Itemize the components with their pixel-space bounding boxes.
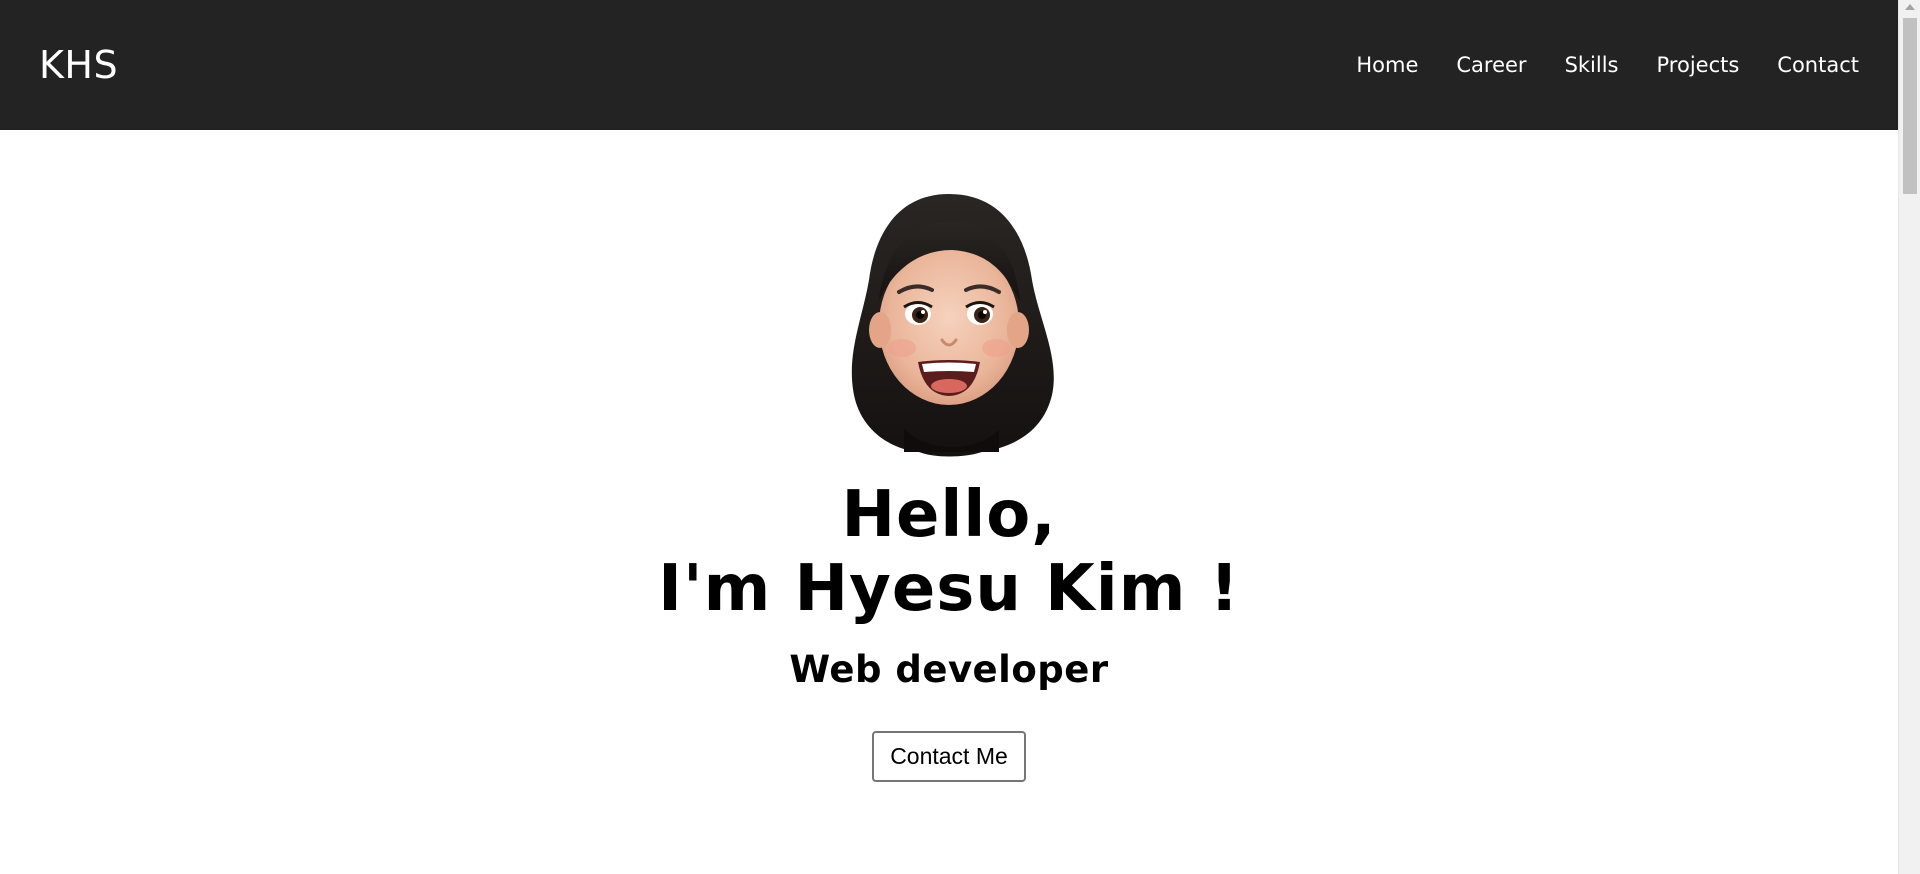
page: KHS Home Career Skills Projects Contact xyxy=(0,0,1898,874)
scroll-up-arrow-icon[interactable] xyxy=(1905,4,1915,10)
nav-item-career[interactable]: Career xyxy=(1437,45,1545,85)
nav-menu: Home Career Skills Projects Contact xyxy=(1337,45,1859,85)
hero-subtitle: Web developer xyxy=(789,648,1109,691)
nav-item-skills[interactable]: Skills xyxy=(1546,45,1638,85)
site-logo[interactable]: KHS xyxy=(39,43,118,87)
hero-title-line2: I'm Hyesu Kim ! xyxy=(658,552,1240,626)
browser-viewport: KHS Home Career Skills Projects Contact xyxy=(0,0,1920,874)
nav-item-contact[interactable]: Contact xyxy=(1758,45,1859,85)
nav-item-projects[interactable]: Projects xyxy=(1638,45,1759,85)
vertical-scrollbar[interactable] xyxy=(1898,0,1920,874)
scrollbar-thumb[interactable] xyxy=(1903,18,1917,194)
navbar: KHS Home Career Skills Projects Contact xyxy=(0,0,1898,130)
contact-me-button[interactable]: Contact Me xyxy=(872,731,1026,782)
hero-title: Hello, I'm Hyesu Kim ! xyxy=(658,478,1240,626)
hero-title-line1: Hello, xyxy=(841,478,1057,552)
hero-section: Hello, I'm Hyesu Kim ! Web developer Con… xyxy=(0,130,1898,782)
memoji-avatar-icon xyxy=(851,194,1054,457)
nav-item-home[interactable]: Home xyxy=(1337,45,1437,85)
